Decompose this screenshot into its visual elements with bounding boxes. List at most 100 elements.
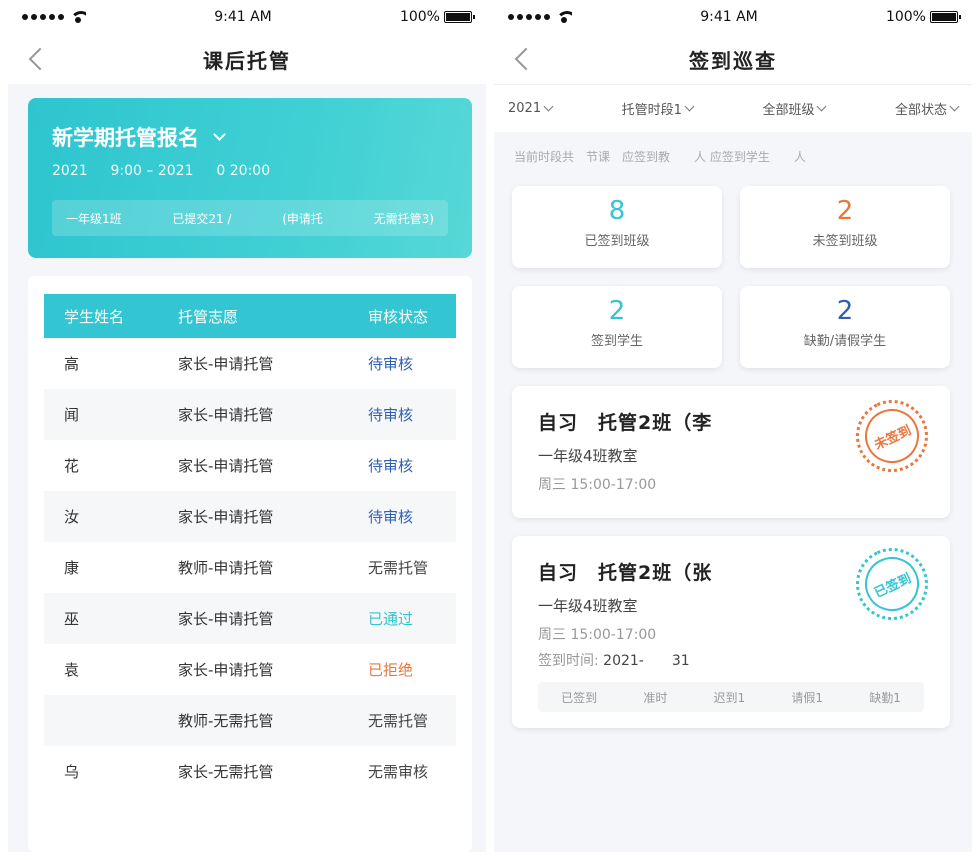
cell-choice: 家长-申请托管	[178, 508, 274, 526]
stat-value: 2	[836, 196, 854, 226]
stat-label: 缺勤/请假学生	[803, 334, 887, 349]
table-row[interactable]: 乌 家长-无需托管 无需审核	[44, 746, 456, 797]
cell-status: 待审核	[368, 457, 414, 475]
battery-percent: 100%	[885, 9, 926, 25]
cell-status: 无需托管	[368, 712, 429, 730]
cell-student-name: 闻	[64, 406, 80, 424]
stamp-text: 已签到	[871, 570, 914, 601]
table-row[interactable]: 高 家长-申请托管 待审核	[44, 338, 456, 389]
count-item: 缺勤1	[869, 690, 901, 705]
table-row[interactable]: 闻 家长-申请托管 待审核	[44, 389, 456, 440]
cell-choice: 家长-申请托管	[178, 355, 274, 373]
table-body: 高家长-申请托管 待审核闻家长-申请托管 待审核花家长-申请托管 待审核汝家长-申请托…	[44, 338, 456, 797]
battery-icon	[929, 11, 961, 23]
stat-unchecked-classes[interactable]: 2 未签到班级	[740, 186, 950, 268]
filter-label: 全部状态	[894, 103, 947, 118]
page-title: 签到巡查	[689, 48, 777, 73]
status-bar: 9:41 AM 100%	[8, 0, 486, 34]
stat-value: 8	[608, 196, 626, 226]
table-row[interactable]: 教师-无需托管 无需托管	[44, 695, 456, 746]
back-icon[interactable]	[26, 46, 48, 72]
stat-value: 2	[836, 296, 854, 326]
checked-stamp-icon: 已签到	[844, 536, 940, 632]
filter-label: 2021	[508, 101, 542, 116]
cell-choice: 家长-无需托管	[178, 763, 274, 781]
stat-label: 签到学生	[590, 334, 643, 349]
checkin-label: 签到时间:	[538, 653, 599, 669]
back-icon[interactable]	[512, 46, 534, 72]
review-table: 学生姓名 托管志愿 审核状态 高家长-申请托管 待审核闻家长-申请托管 待审核花家长…	[44, 294, 456, 797]
cell-choice: 教师-申请托管	[178, 559, 274, 577]
banner-stats: 一年级1班 已提交21 / (申请托 无需托管3)	[52, 200, 448, 236]
battery-percent: 100%	[399, 9, 440, 25]
cell-status: 无需托管	[368, 559, 429, 577]
filter-status[interactable]: 全部状态	[894, 99, 960, 118]
cell-student-name: 花	[64, 457, 80, 475]
chevron-down-icon[interactable]	[213, 127, 226, 141]
enrollment-banner[interactable]: 新学期托管报名 2021 9:00 – 2021 0 20:00 一年级1班 已…	[28, 98, 472, 258]
stat-label: 未签到班级	[812, 234, 878, 249]
banner-stat: 无需托管3)	[373, 211, 434, 226]
filter-bar: 2021 托管时段1 全部班级 全部状态	[494, 84, 972, 132]
status-time: 9:41 AM	[214, 9, 272, 25]
header-status: 审核状态	[368, 307, 429, 326]
stat-absent-students[interactable]: 2 缺勤/请假学生	[740, 286, 950, 368]
banner-title: 新学期托管报名	[52, 126, 199, 150]
cell-choice: 家长-申请托管	[178, 406, 274, 424]
stat-value: 2	[608, 296, 626, 326]
wifi-icon	[556, 11, 572, 23]
unchecked-stamp-icon: 未签到	[844, 388, 940, 484]
stat-label: 已签到班级	[584, 234, 650, 249]
status-time: 9:41 AM	[700, 9, 758, 25]
filter-label: 全部班级	[762, 103, 815, 118]
cell-choice: 教师-无需托管	[178, 712, 274, 730]
cell-student-name: 乌	[64, 763, 80, 781]
filter-class[interactable]: 全部班级	[762, 99, 827, 118]
cell-status: 已拒绝	[368, 661, 414, 679]
chevron-down-icon	[684, 101, 695, 112]
cell-student-name: 巫	[64, 610, 80, 628]
table-row[interactable]: 巫 家长-申请托管 已通过	[44, 593, 456, 644]
cell-student-name: 康	[64, 559, 80, 577]
cell-status: 待审核	[368, 406, 414, 424]
table-row[interactable]: 汝 家长-申请托管 待审核	[44, 491, 456, 542]
stat-checked-classes[interactable]: 8 已签到班级	[512, 186, 722, 268]
attendance-counts: 已签到 准时 迟到1 请假1 缺勤1	[538, 682, 924, 712]
count-item: 准时	[643, 690, 668, 705]
wifi-icon	[70, 11, 86, 23]
cell-student-name: 高	[64, 355, 80, 373]
header-choice: 托管志愿	[178, 307, 239, 326]
phone-right: 9:41 AM 100% 签到巡查 2021 托管时段1 全部班级 全部状态 当…	[494, 0, 972, 852]
table-row[interactable]: 花 家长-申请托管 待审核	[44, 440, 456, 491]
chevron-down-icon	[949, 101, 960, 112]
nav-bar: 课后托管	[8, 34, 486, 84]
cell-status: 待审核	[368, 355, 414, 373]
cell-choice: 家长-申请托管	[178, 610, 274, 628]
table-row[interactable]: 袁 家长-申请托管 已拒绝	[44, 644, 456, 695]
filter-period[interactable]: 托管时段1	[622, 99, 695, 118]
banner-stat: (申请托	[282, 211, 323, 226]
table-row[interactable]: 康 教师-申请托管 无需托管	[44, 542, 456, 593]
count-item: 请假1	[791, 690, 824, 705]
table-header: 学生姓名 托管志愿 审核状态	[44, 294, 456, 338]
battery-icon	[443, 11, 475, 23]
review-card: 学生姓名 托管志愿 审核状态 高家长-申请托管 待审核闻家长-申请托管 待审核花家长…	[28, 276, 472, 852]
banner-stat: 一年级1班	[66, 211, 122, 226]
signal-icon	[22, 14, 64, 20]
banner-stat: 已提交21 /	[172, 211, 232, 226]
course-card-unchecked[interactable]: 自习 托管2班（李 一年级4班教室 周三 15:00-17:00 未签到	[512, 386, 950, 518]
filter-date[interactable]: 2021	[508, 101, 554, 116]
cell-student-name: 袁	[64, 661, 80, 679]
signal-icon	[508, 14, 550, 20]
cell-status: 已通过	[368, 610, 414, 628]
checkin-value: 2021- 31	[603, 653, 690, 669]
status-bar: 9:41 AM 100%	[494, 0, 972, 34]
nav-bar: 签到巡查	[494, 34, 972, 84]
chevron-down-icon	[543, 101, 554, 112]
course-card-checked[interactable]: 自习 托管2班（张 一年级4班教室 周三 15:00-17:00 签到时间: 2…	[512, 536, 950, 728]
phone-left: 9:41 AM 100% 课后托管 新学期托管报名 2021 9:00 – 20…	[8, 0, 486, 852]
stamp-text: 未签到	[871, 422, 914, 453]
banner-time-range: 2021 9:00 – 2021 0 20:00	[52, 163, 271, 179]
stat-checked-students[interactable]: 2 签到学生	[512, 286, 722, 368]
course-time: 周三 15:00-17:00	[538, 627, 657, 643]
